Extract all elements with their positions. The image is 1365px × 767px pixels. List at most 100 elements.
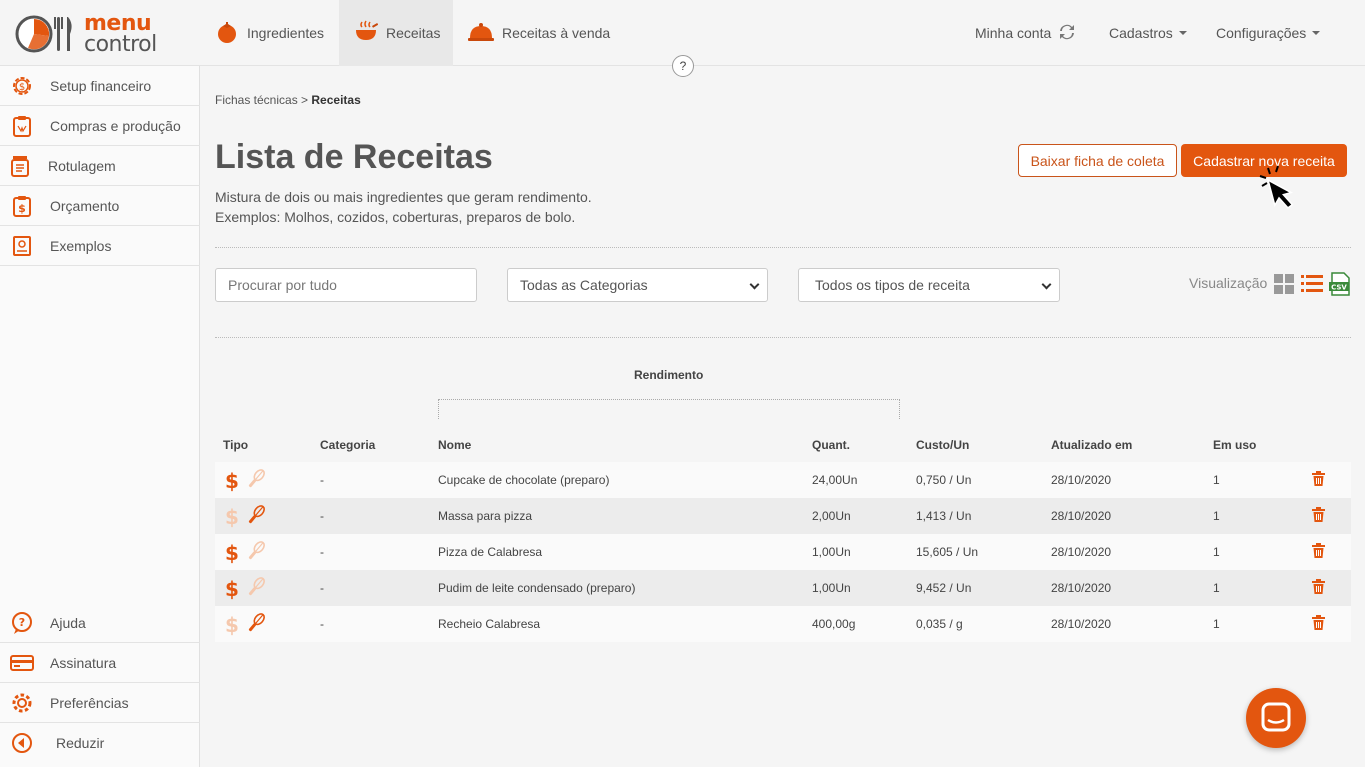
trash-icon[interactable]	[1312, 543, 1325, 561]
configuracoes-dropdown[interactable]: Configurações	[1216, 0, 1321, 66]
cell-categoria: -	[320, 509, 324, 523]
logo-text-control: control	[84, 32, 157, 57]
nav-tab-ingredientes[interactable]: Ingredientes	[205, 0, 334, 66]
chevron-down-icon	[1041, 279, 1052, 290]
sync-icon	[1059, 24, 1075, 43]
page-description: Mistura de dois ou mais ingredientes que…	[215, 187, 592, 227]
sidebar-item-label: Exemplos	[50, 237, 112, 254]
nav-tab-receitas-a-venda[interactable]: Receitas à venda	[458, 0, 620, 66]
book-icon	[10, 234, 34, 258]
search-placeholder: Procurar por tudo	[228, 277, 337, 293]
sidebar-item-ajuda[interactable]: ? Ajuda	[0, 603, 200, 643]
column-header-categoria[interactable]: Categoria	[320, 438, 375, 452]
cell-atualizado: 28/10/2020	[1051, 473, 1112, 487]
cell-nome[interactable]: Massa para pizza	[438, 509, 532, 523]
rendimento-group-header: Rendimento	[634, 368, 704, 382]
whisk-icon[interactable]	[245, 576, 267, 601]
help-button[interactable]: ?	[672, 55, 694, 77]
breadcrumb-parent[interactable]: Fichas técnicas	[215, 93, 298, 107]
cell-tipo: $	[225, 540, 267, 565]
table-row[interactable]: $ - Cupcake de chocolate (preparo) 24,00Un 0…	[215, 462, 1351, 498]
dollar-icon[interactable]: $	[225, 578, 241, 600]
credit-card-icon	[10, 651, 34, 675]
cadastros-dropdown[interactable]: Cadastros	[1109, 0, 1187, 66]
sidebar-item-label: Ajuda	[50, 614, 86, 631]
column-header-atualizado[interactable]: Atualizado em	[1051, 438, 1132, 452]
category-select[interactable]: Todas as Categorias	[507, 268, 768, 302]
column-header-nome[interactable]: Nome	[438, 438, 471, 452]
trash-icon[interactable]	[1312, 471, 1325, 489]
dollar-icon[interactable]: $	[225, 614, 241, 636]
column-header-tipo[interactable]: Tipo	[223, 438, 248, 452]
cell-categoria: -	[320, 473, 324, 487]
recipe-type-select[interactable]: Todos os tipos de receita	[798, 268, 1060, 302]
whisk-icon[interactable]	[245, 540, 267, 565]
column-header-quant[interactable]: Quant.	[812, 438, 850, 452]
column-header-em-uso[interactable]: Em uso	[1213, 438, 1256, 452]
sidebar-item-orcamento[interactable]: $ Orçamento	[0, 186, 200, 226]
search-input[interactable]: Procurar por tudo	[215, 268, 477, 302]
nav-tab-label: Receitas	[386, 25, 441, 41]
divider	[215, 337, 1351, 338]
cell-tipo: $	[225, 576, 267, 601]
chat-widget-button[interactable]	[1246, 688, 1306, 748]
table-row[interactable]: $ - Recheio Calabresa 400,00g 0,035 / g 28/10…	[215, 606, 1351, 642]
cell-custo: 1,413 / Un	[916, 509, 972, 523]
sidebar-item-rotulagem[interactable]: Rotulagem	[0, 146, 200, 186]
trash-icon[interactable]	[1312, 615, 1325, 633]
cell-quant: 2,00Un	[812, 509, 851, 523]
cell-nome[interactable]: Pizza de Calabresa	[438, 545, 542, 559]
sidebar-item-label: Setup financeiro	[50, 77, 152, 94]
cell-quant: 400,00g	[812, 617, 856, 631]
nav-tab-label: Ingredientes	[247, 25, 325, 41]
table-row[interactable]: $ - Pudim de leite condensado (preparo) 1,0…	[215, 570, 1351, 606]
svg-text:CSV: CSV	[1331, 284, 1347, 292]
download-collection-sheet-button[interactable]: Baixar ficha de coleta	[1018, 144, 1177, 177]
table-row[interactable]: $ - Pizza de Calabresa 1,00Un 15,605 / Un 28/…	[215, 534, 1351, 570]
dollar-icon[interactable]: $	[225, 542, 241, 564]
csv-export-icon[interactable]: CSV	[1329, 272, 1351, 296]
sidebar-item-setup-financeiro[interactable]: $ Setup financeiro	[0, 66, 200, 106]
cell-categoria: -	[320, 581, 324, 595]
cloche-icon	[468, 20, 494, 47]
sidebar-item-assinatura[interactable]: Assinatura	[0, 643, 200, 683]
sidebar-item-preferencias[interactable]: Preferências	[0, 683, 200, 723]
cell-categoria: -	[320, 545, 324, 559]
cell-nome[interactable]: Cupcake de chocolate (preparo)	[438, 473, 609, 487]
sidebar-item-exemplos[interactable]: Exemplos	[0, 226, 200, 266]
grid-view-icon[interactable]	[1273, 273, 1295, 295]
table-row[interactable]: $ - Massa para pizza 2,00Un 1,413 / Un 28/10/…	[215, 498, 1351, 534]
sidebar-item-label: Rotulagem	[48, 157, 116, 174]
sidebar-item-label: Assinatura	[50, 654, 117, 671]
cell-atualizado: 28/10/2020	[1051, 545, 1112, 559]
cell-atualizado: 28/10/2020	[1051, 617, 1112, 631]
list-view-icon[interactable]	[1301, 273, 1323, 295]
whisk-icon[interactable]	[245, 468, 267, 493]
nav-tab-receitas[interactable]: Receitas	[339, 0, 453, 66]
configuracoes-label: Configurações	[1216, 25, 1307, 41]
cell-nome[interactable]: Recheio Calabresa	[438, 617, 540, 631]
rendimento-group-bracket	[438, 399, 900, 419]
sidebar: $ Setup financeiro Compras e produção Ro…	[0, 66, 200, 767]
column-header-custo[interactable]: Custo/Un	[916, 438, 969, 452]
minha-conta-link[interactable]: Minha conta	[975, 0, 1075, 66]
clipboard-dollar-icon: $	[10, 194, 34, 218]
whisk-icon[interactable]	[245, 612, 267, 637]
menucontrol-logo[interactable]: menu control	[14, 13, 164, 57]
svg-text:?: ?	[19, 616, 25, 629]
trash-icon[interactable]	[1312, 579, 1325, 597]
cell-nome[interactable]: Pudim de leite condensado (preparo)	[438, 581, 635, 595]
breadcrumb: Fichas técnicas > Receitas	[215, 93, 361, 107]
dollar-icon[interactable]: $	[225, 470, 241, 492]
whisk-icon[interactable]	[245, 504, 267, 529]
chevron-down-icon	[749, 279, 760, 290]
cell-quant: 1,00Un	[812, 545, 851, 559]
cell-em-uso: 1	[1213, 581, 1220, 595]
cell-tipo: $	[225, 504, 267, 529]
dollar-icon[interactable]: $	[225, 506, 241, 528]
trash-icon[interactable]	[1312, 507, 1325, 525]
view-label: Visualização	[1189, 275, 1268, 291]
sidebar-item-reduzir[interactable]: Reduzir	[0, 723, 200, 763]
sidebar-item-compras-producao[interactable]: Compras e produção	[0, 106, 200, 146]
cell-tipo: $	[225, 468, 267, 493]
